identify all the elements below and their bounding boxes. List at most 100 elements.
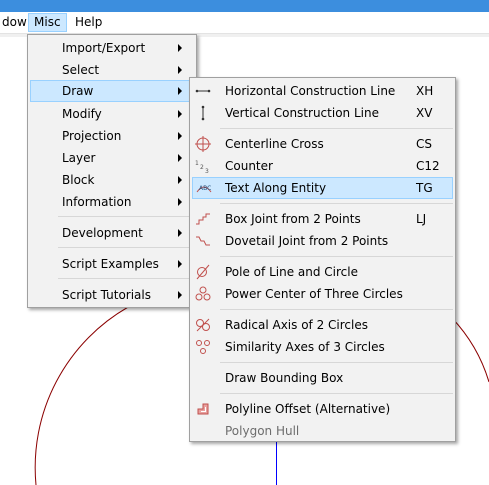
menu-separator xyxy=(220,203,453,204)
svg-text:1: 1 xyxy=(195,160,199,167)
menu-item-layer[interactable]: Layer xyxy=(30,147,194,169)
menu-misc[interactable]: Misc xyxy=(28,13,67,32)
menu-separator xyxy=(220,309,453,310)
menu-item-import-export[interactable]: Import/Export xyxy=(30,37,194,59)
menu-item-polyline-offset[interactable]: Polyline Offset (Alternative) xyxy=(192,398,453,420)
draw-submenu: Horizontal Construction Line XH Vertical… xyxy=(189,77,456,442)
submenu-arrow-icon xyxy=(178,44,182,52)
submenu-arrow-icon xyxy=(178,176,182,184)
submenu-arrow-icon xyxy=(178,154,182,162)
menu-item-dovetail-joint[interactable]: Dovetail Joint from 2 Points xyxy=(192,230,453,252)
menu-item-development[interactable]: Development xyxy=(30,222,194,244)
menu-help[interactable]: Help xyxy=(70,13,107,32)
menu-item-text-along-entity[interactable]: ABC Text Along Entity TG xyxy=(192,177,453,199)
menu-item-horizontal-construction-line[interactable]: Horizontal Construction Line XH xyxy=(192,80,453,102)
submenu-arrow-icon xyxy=(178,198,182,206)
vertical-line-icon xyxy=(192,102,214,124)
menu-item-draw[interactable]: Draw xyxy=(30,80,194,102)
svg-text:ABC: ABC xyxy=(199,185,211,192)
menu-item-counter[interactable]: 123 Counter C12 xyxy=(192,155,453,177)
menu-item-modify[interactable]: Modify xyxy=(30,103,194,125)
menu-item-vertical-construction-line[interactable]: Vertical Construction Line XV xyxy=(192,102,453,124)
menu-item-label: Draw Bounding Box xyxy=(225,371,344,385)
menu-item-shortcut: C12 xyxy=(416,159,440,173)
menu-separator xyxy=(58,278,194,279)
menu-item-power-center[interactable]: Power Center of Three Circles xyxy=(192,283,453,305)
menu-item-label: Box Joint from 2 Points xyxy=(225,212,361,226)
pole-icon xyxy=(192,261,214,283)
menu-item-block[interactable]: Block xyxy=(30,169,194,191)
counter-icon: 123 xyxy=(192,155,214,177)
menu-item-label: Projection xyxy=(62,129,122,143)
menu-item-label: Modify xyxy=(62,107,102,121)
menu-item-information[interactable]: Information xyxy=(30,191,194,213)
menu-item-pole-of-line-and-circle[interactable]: Pole of Line and Circle xyxy=(192,261,453,283)
submenu-arrow-icon xyxy=(178,260,182,268)
menu-separator xyxy=(58,247,194,248)
menu-item-label: Centerline Cross xyxy=(225,137,324,151)
menu-item-label: Script Examples xyxy=(62,257,159,271)
menu-item-script-examples[interactable]: Script Examples xyxy=(30,253,194,275)
menu-item-polygon-hull: Polygon Hull xyxy=(192,420,453,442)
menu-item-shortcut: LJ xyxy=(416,212,427,226)
menu-window[interactable]: dow xyxy=(0,13,32,32)
text-along-entity-icon: ABC xyxy=(193,177,215,199)
radical-axis-icon xyxy=(192,314,214,336)
menu-item-script-tutorials[interactable]: Script Tutorials xyxy=(30,284,194,306)
menu-item-label: Information xyxy=(62,195,132,209)
menu-separator xyxy=(220,128,453,129)
box-joint-icon xyxy=(192,208,214,230)
menu-item-label: Polygon Hull xyxy=(225,424,300,438)
menu-item-shortcut: CS xyxy=(416,137,432,151)
submenu-arrow-icon xyxy=(178,229,182,237)
menu-item-shortcut: XH xyxy=(416,84,434,98)
menu-item-label: Polyline Offset (Alternative) xyxy=(225,402,391,416)
menu-item-shortcut: TG xyxy=(416,181,433,195)
menu-item-radical-axis[interactable]: Radical Axis of 2 Circles xyxy=(192,314,453,336)
menu-item-label: Layer xyxy=(62,151,96,165)
menu-item-label: Development xyxy=(62,226,143,240)
menu-item-shortcut: XV xyxy=(416,106,433,120)
submenu-arrow-icon xyxy=(178,132,182,140)
horizontal-line-icon xyxy=(192,80,214,102)
window-titlebar xyxy=(0,0,489,12)
menu-item-label: Draw xyxy=(62,84,94,98)
submenu-arrow-icon xyxy=(178,66,182,74)
menu-item-label: Block xyxy=(62,173,95,187)
menu-item-label: Script Tutorials xyxy=(62,288,151,302)
menu-item-draw-bounding-box[interactable]: Draw Bounding Box xyxy=(192,367,453,389)
polyline-offset-icon xyxy=(192,398,214,420)
svg-text:2: 2 xyxy=(200,164,204,171)
menu-item-box-joint[interactable]: Box Joint from 2 Points LJ xyxy=(192,208,453,230)
menu-item-label: Pole of Line and Circle xyxy=(225,265,358,279)
menu-item-label: Similarity Axes of 3 Circles xyxy=(225,340,385,354)
submenu-arrow-icon xyxy=(178,110,182,118)
menu-separator xyxy=(220,393,453,394)
menu-item-label: Radical Axis of 2 Circles xyxy=(225,318,368,332)
menu-item-label: Dovetail Joint from 2 Points xyxy=(225,234,389,248)
centerline-cross-icon xyxy=(192,133,214,155)
misc-menu: Import/Export Select Draw Modify Project… xyxy=(27,34,197,308)
dovetail-joint-icon xyxy=(192,230,214,252)
menu-item-select[interactable]: Select xyxy=(30,59,194,81)
submenu-arrow-icon xyxy=(178,87,182,95)
similarity-axes-icon xyxy=(192,336,214,358)
construction-arc-right xyxy=(451,317,489,383)
menu-bar: dow Misc Help xyxy=(0,12,489,34)
menu-item-similarity-axes[interactable]: Similarity Axes of 3 Circles xyxy=(192,336,453,358)
menu-item-label: Counter xyxy=(225,159,273,173)
menu-separator xyxy=(220,362,453,363)
power-center-icon xyxy=(192,283,214,305)
construction-arc-left xyxy=(34,305,131,485)
menu-item-label: Import/Export xyxy=(62,41,146,55)
menu-item-label: Vertical Construction Line xyxy=(225,106,379,120)
menu-item-centerline-cross[interactable]: Centerline Cross CS xyxy=(192,133,453,155)
menu-separator xyxy=(220,256,453,257)
menu-item-label: Horizontal Construction Line xyxy=(225,84,396,98)
menu-item-projection[interactable]: Projection xyxy=(30,125,194,147)
submenu-arrow-icon xyxy=(178,291,182,299)
menu-item-label: Power Center of Three Circles xyxy=(225,287,403,301)
svg-text:3: 3 xyxy=(205,168,209,174)
menu-item-label: Select xyxy=(62,63,100,77)
menu-separator xyxy=(58,216,194,217)
